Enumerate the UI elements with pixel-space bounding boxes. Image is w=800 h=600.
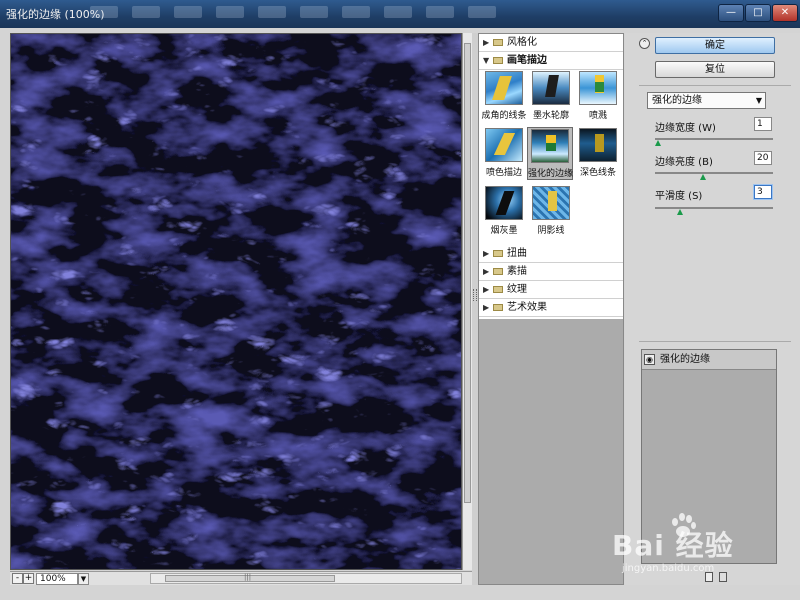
divider [639,85,791,86]
folder-icon [493,304,503,311]
reset-button[interactable]: 复位 [655,61,775,78]
filter-thumbnail-image [532,71,570,105]
chevron-right-icon[interactable]: ▶ [483,299,491,317]
vertical-scroll-thumb[interactable] [464,43,471,503]
zoom-value: 100% [40,574,66,584]
category-brush-strokes[interactable]: ▼ 画笔描边 [479,52,623,70]
filter-thumb-sprayed-strokes[interactable]: 喷色描边 [481,128,527,178]
filter-thumbnail-image [531,129,569,163]
folder-icon [493,57,503,64]
filter-label: 烟灰墨 [490,226,518,236]
category-label: 纹理 [507,284,527,295]
ok-button[interactable]: 确定 [655,37,775,54]
slider-knob[interactable] [655,140,661,146]
smoothness-slider[interactable] [655,207,773,215]
filter-thumb-dark-strokes[interactable]: 深色线条 [575,128,621,178]
edge-width-label: 边缘宽度 (W) [655,123,716,134]
category-artistic[interactable]: ▶ 艺术效果 [479,299,623,317]
filter-thumb-spatter[interactable]: 喷溅 [575,71,621,121]
slider-knob[interactable] [700,174,706,180]
chevron-down-icon[interactable]: ▼ [756,93,762,108]
filter-select[interactable]: 强化的边缘 ▼ [647,92,766,109]
scroll-grip-icon: ||| [244,573,252,581]
filter-thumbnail-image [532,186,570,220]
category-label: 画笔描边 [507,55,547,66]
close-button[interactable]: ✕ [772,4,798,22]
edge-brightness-label: 边缘亮度 (B) [655,157,713,168]
filter-label: 成角的线条 [481,111,527,121]
chevron-right-icon[interactable]: ▶ [483,281,491,299]
category-distort[interactable]: ▶ 扭曲 [479,245,623,263]
category-label: 素描 [507,266,527,277]
filter-gallery: ▶ 风格化 ▼ 画笔描边 成角的线条 墨水轮廓 喷溅 喷色描边 强化的边缘 深色… [478,33,624,585]
filter-thumbnail-image [485,128,523,162]
filter-thumb-sumi-e[interactable]: 烟灰墨 [481,186,527,236]
category-sketch[interactable]: ▶ 素描 [479,263,623,281]
category-label: 艺术效果 [507,302,547,313]
category-label: 扭曲 [507,248,527,259]
eye-icon[interactable]: ◉ [644,354,655,365]
filter-label: 喷色描边 [485,168,522,178]
zoom-out-button[interactable]: - [12,573,23,584]
folder-icon [493,268,503,275]
filter-label: 强化的边缘 [528,169,574,179]
filter-thumb-crosshatch[interactable]: 阴影线 [528,186,574,236]
chevron-right-icon[interactable]: ▶ [483,245,491,263]
filter-label: 深色线条 [579,168,616,178]
folder-icon [493,39,503,46]
horizontal-scroll-thumb[interactable]: ||| [165,573,335,582]
effect-layer-row[interactable]: ◉ 强化的边缘 [642,350,776,370]
filter-thumb-ink-outlines[interactable]: 墨水轮廓 [528,71,574,121]
chevron-down-icon[interactable]: ▼ [78,573,89,585]
preview-bottom-bar: - + 100% ▼ ||| [10,571,472,585]
minimize-button[interactable]: — [718,4,744,22]
background-menu-ghosts [90,6,600,22]
filter-label: 墨水轮廓 [532,111,569,121]
title-bar: 强化的边缘 (100%) — □ ✕ [0,0,800,28]
zoom-select[interactable]: 100% ▼ [36,573,89,585]
filter-thumb-angled-strokes[interactable]: 成角的线条 [481,71,527,121]
filter-thumb-accented-edges[interactable]: 强化的边缘 [527,127,573,180]
zoom-in-button[interactable]: + [23,573,34,584]
preview-image [11,34,461,569]
preview-vertical-scrollbar[interactable] [462,33,472,570]
filter-label: 阴影线 [537,226,565,236]
divider [639,341,791,342]
smoothness-label: 平滑度 (S) [655,191,703,202]
filter-preview-canvas[interactable] [10,33,462,570]
filter-thumbnail-image [579,128,617,162]
splitter-grip-icon[interactable] [473,289,477,301]
filter-thumbnail-image [485,71,523,105]
filter-thumbnail-image [485,186,523,220]
effect-layers-list: ◉ 强化的边缘 [641,349,777,564]
filter-thumbnail-image [579,71,617,105]
folder-icon [493,250,503,257]
effect-layer-name: 强化的边缘 [660,354,710,365]
slider-knob[interactable] [677,209,683,215]
folder-icon [493,286,503,293]
category-stylize[interactable]: ▶ 风格化 [479,34,623,52]
chevron-right-icon[interactable]: ▶ [483,263,491,281]
edge-width-slider[interactable] [655,138,773,146]
preview-horizontal-scrollbar[interactable]: ||| [150,573,462,584]
smoothness-input[interactable]: 3 [754,185,772,199]
filter-label: 喷溅 [588,111,607,121]
chevron-down-icon[interactable]: ▼ [483,52,491,70]
chevron-right-icon[interactable]: ▶ [483,34,491,52]
edge-brightness-slider[interactable] [655,172,773,180]
category-label: 风格化 [507,37,537,48]
new-effect-layer-icon[interactable] [705,572,713,582]
filter-select-value: 强化的边缘 [652,95,702,106]
settings-panel: ⌃ 确定 复位 强化的边缘 ▼ 边缘宽度 (W) 1 边缘亮度 (B) 20 平… [625,33,800,585]
edge-brightness-input[interactable]: 20 [754,151,772,165]
maximize-button[interactable]: □ [745,4,771,22]
edge-width-input[interactable]: 1 [754,117,772,131]
category-texture[interactable]: ▶ 纹理 [479,281,623,299]
collapse-gallery-button[interactable]: ⌃ [639,38,650,49]
delete-effect-layer-icon[interactable] [719,572,727,582]
